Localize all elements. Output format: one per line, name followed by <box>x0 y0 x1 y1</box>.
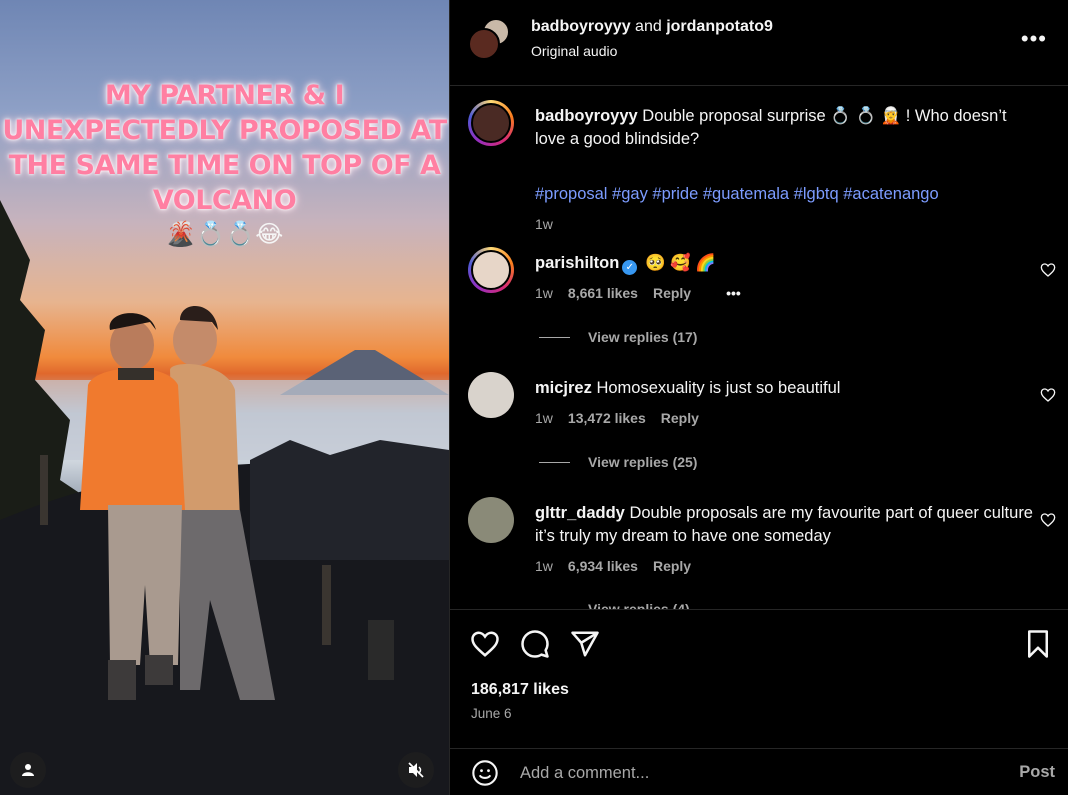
post-authors: badboyroyyy and jordanpotato9 <box>531 18 773 36</box>
view-replies-label: View replies (25) <box>588 454 698 470</box>
emoji-smiley-icon[interactable] <box>471 759 499 787</box>
avatar[interactable] <box>468 247 514 293</box>
reply-button[interactable]: Reply <box>661 410 699 426</box>
user-icon <box>22 764 34 776</box>
comment-likes[interactable]: 8,661 likes <box>568 285 638 301</box>
avatar[interactable] <box>468 100 514 146</box>
comment-text: parishilton ✓ 🥺 🥰 🌈 <box>535 252 1035 275</box>
audio-label[interactable]: Original audio <box>531 43 617 59</box>
comment-time[interactable]: 1w <box>535 410 553 426</box>
muted-speaker-icon <box>408 762 424 778</box>
comment-meta: 1w 13,472 likes Reply <box>535 410 699 426</box>
comment-time[interactable]: 1w <box>535 285 553 301</box>
view-replies-button[interactable]: View replies (17) <box>539 329 697 345</box>
tagged-users-button[interactable] <box>10 752 46 788</box>
caption-username[interactable]: badboyroyyy <box>535 107 638 125</box>
view-replies-label: View replies (17) <box>588 329 698 345</box>
like-comment-heart-icon[interactable] <box>1040 387 1056 403</box>
view-replies-button[interactable]: View replies (25) <box>539 454 697 470</box>
author-avatar-primary[interactable] <box>468 28 500 60</box>
comment-meta: 1w 8,661 likes Reply ••• <box>535 285 741 301</box>
caption-hashtags[interactable]: #proposal #gay #pride #guatemala #lgbtq … <box>535 185 939 204</box>
like-comment-heart-icon[interactable] <box>1040 262 1056 278</box>
comment-meta: 1w 6,934 likes Reply <box>535 558 691 574</box>
comment-composer: Post <box>450 748 1068 795</box>
likes-count[interactable]: 186,817 likes <box>471 681 569 699</box>
comments-list[interactable]: badboyroyyy Double proposal surprise 💍 💍… <box>450 87 1068 609</box>
comment-likes[interactable]: 13,472 likes <box>568 410 646 426</box>
view-replies-line <box>539 336 570 338</box>
post-actions: 186,817 likes June 6 <box>450 609 1068 749</box>
post-media[interactable]: MY PARTNER & I UNEXPECTEDLY PROPOSED AT … <box>0 0 449 795</box>
comment-username[interactable]: parishilton <box>535 254 619 272</box>
reply-button[interactable]: Reply <box>653 285 691 301</box>
verified-badge-icon: ✓ <box>622 260 638 275</box>
like-comment-heart-icon[interactable] <box>1040 512 1056 528</box>
caption-time[interactable]: 1w <box>535 216 553 232</box>
save-bookmark-icon[interactable] <box>1023 629 1053 659</box>
avatar[interactable] <box>468 372 514 418</box>
comment-username[interactable]: micjrez <box>535 379 592 397</box>
video-overlay-caption: MY PARTNER & I UNEXPECTEDLY PROPOSED AT … <box>2 80 447 216</box>
author-connector: and <box>635 18 662 35</box>
author-username-1[interactable]: badboyroyyy <box>531 18 631 35</box>
caption-text: badboyroyyy Double proposal surprise 💍 💍… <box>535 105 1035 151</box>
comment-text: glttr_daddy Double proposals are my favo… <box>535 502 1035 548</box>
caption-meta: 1w <box>535 216 553 232</box>
reply-button[interactable]: Reply <box>653 558 691 574</box>
post-comment-button[interactable]: Post <box>1019 763 1055 782</box>
mute-button[interactable] <box>398 752 434 788</box>
comment-body: Homosexuality is just so beautiful <box>596 379 841 397</box>
post-header: badboyroyyy and jordanpotato9 Original a… <box>450 0 1068 86</box>
view-replies-label: View replies (4) <box>588 601 690 609</box>
comment-time[interactable]: 1w <box>535 558 553 574</box>
comment-likes[interactable]: 6,934 likes <box>568 558 638 574</box>
more-options-icon[interactable]: ••• <box>1021 26 1047 52</box>
video-overlay-emoji: 🌋💍💍😂 <box>165 221 284 248</box>
avatar[interactable] <box>468 497 514 543</box>
comment-body: 🥺 🥰 🌈 <box>644 254 716 272</box>
author-username-2[interactable]: jordanpotato9 <box>666 18 773 35</box>
add-comment-input[interactable] <box>520 759 1000 787</box>
share-paper-plane-icon[interactable] <box>570 629 600 659</box>
comment-text: micjrez Homosexuality is just so beautif… <box>535 377 1035 400</box>
comment-bubble-icon[interactable] <box>520 629 550 659</box>
view-replies-line <box>539 461 570 463</box>
post-date[interactable]: June 6 <box>471 706 512 721</box>
post-details-panel: badboyroyyy and jordanpotato9 Original a… <box>449 0 1068 795</box>
comment-more-icon[interactable]: ••• <box>726 285 741 301</box>
view-replies-button[interactable]: View replies (4) <box>539 601 690 609</box>
comment-username[interactable]: glttr_daddy <box>535 504 625 522</box>
like-heart-icon[interactable] <box>470 629 500 659</box>
